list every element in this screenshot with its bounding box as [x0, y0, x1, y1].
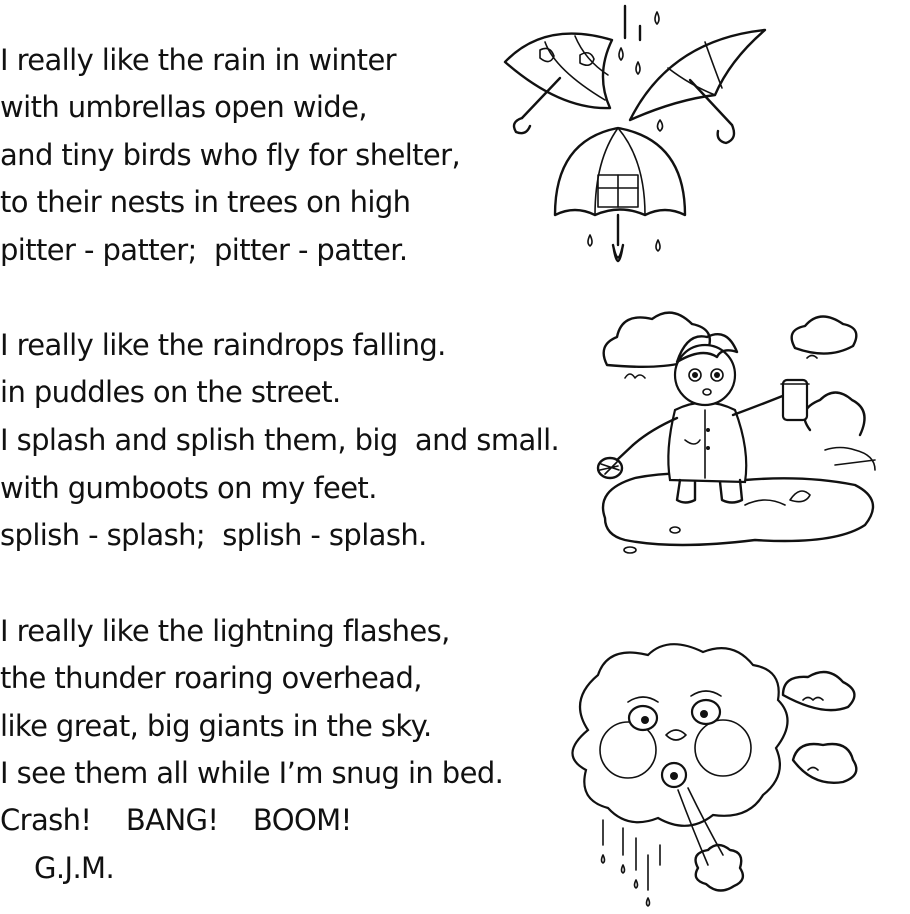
stanza-3-line-4: I see them all while I’m snug in bed.	[0, 756, 504, 790]
stanza-1-line-1: I really like the rain in winter	[0, 43, 397, 77]
stanza-1-line-3: and tiny birds who fly for shelter,	[0, 138, 461, 172]
stanza-2-line-4: with gumboots on my feet.	[0, 471, 377, 505]
stanza-1-line-5: pitter - patter; pitter - patter.	[0, 233, 408, 267]
umbrellas-in-rain-icon	[500, 0, 780, 280]
blowing-storm-cloud-icon	[548, 640, 888, 914]
stanza-3-line-3: like great, big giants in the sky.	[0, 709, 432, 743]
stanza-3-line-2: the thunder roaring overhead,	[0, 661, 422, 695]
stanza-2-line-2: in puddles on the street.	[0, 375, 341, 409]
stanza-1-line-2: with umbrellas open wide,	[0, 90, 368, 124]
stanza-2-line-5: splish - splash; splish - splash.	[0, 518, 427, 552]
child-in-puddle-icon	[595, 300, 885, 565]
stanza-1-line-4: to their nests in trees on high	[0, 185, 411, 219]
stanza-3-line-5: Crash! BANG! BOOM!	[0, 803, 352, 837]
stanza-3-line-1: I really like the lightning flashes,	[0, 614, 450, 648]
stanza-2-line-1: I really like the raindrops falling.	[0, 328, 446, 362]
signature: G.J.M.	[34, 851, 115, 885]
stanza-2-line-3: I splash and splish them, big and small.	[0, 423, 560, 457]
